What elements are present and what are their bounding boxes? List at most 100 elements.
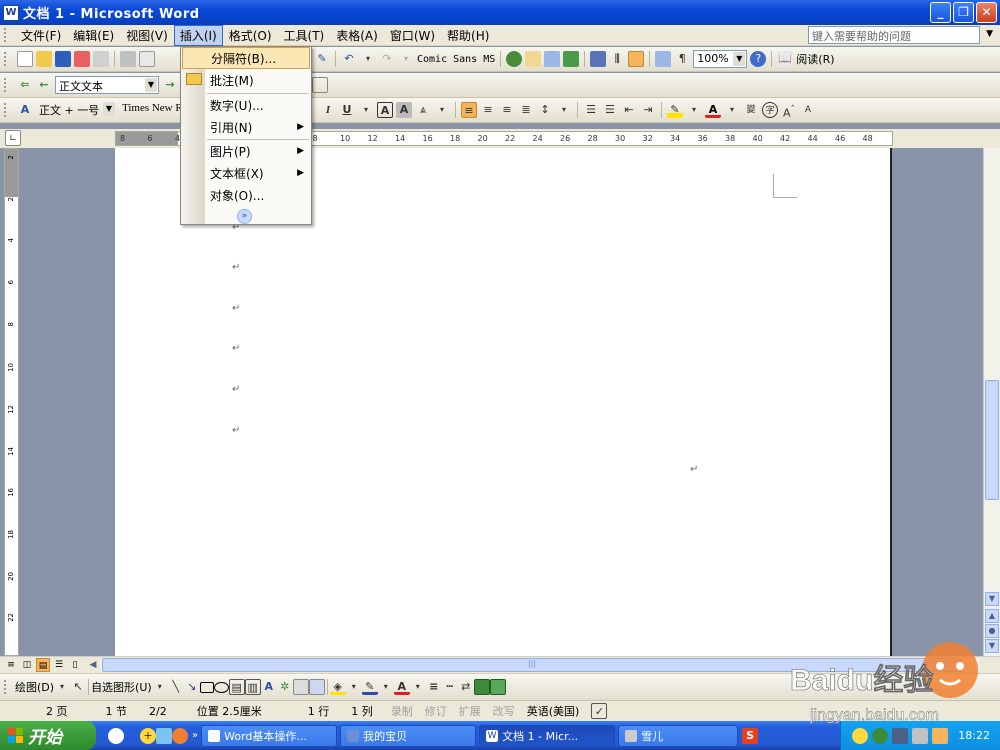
chevron-down-icon[interactable]: ▾ [556,102,572,118]
print-preview-icon[interactable] [139,51,155,67]
menu-table[interactable]: 表格(A) [330,25,384,46]
chevron-down-icon[interactable]: ▾ [360,51,376,67]
taskbar-item-xueer[interactable]: 雪儿 [618,724,739,747]
highlight-icon[interactable]: ✎ [667,102,683,118]
chevron-down-icon[interactable]: ▼ [986,29,993,39]
quicklaunch-expand-icon[interactable]: » [192,730,198,741]
chevron-down-icon[interactable]: ▾ [378,679,394,695]
undo-icon[interactable]: ↶ [341,51,357,67]
new-document-icon[interactable] [17,51,33,67]
toolbar-grip[interactable] [4,52,12,66]
tables-borders-icon[interactable] [525,51,542,67]
open-folder-icon[interactable] [36,51,52,67]
qq-icon[interactable] [852,727,869,744]
insert-excel-icon[interactable] [563,51,580,67]
redo-icon[interactable]: ↷ [379,51,395,67]
quicklaunch-browser-icon[interactable] [172,727,188,744]
align-justify-icon[interactable]: ≡ [461,102,477,118]
permission-icon[interactable] [74,51,90,67]
paragraph-mark-icon[interactable]: ¶ [674,51,690,67]
word-app-icon[interactable]: W [3,4,19,21]
menu-help[interactable]: 帮助(H) [441,25,495,46]
grow-font-icon[interactable]: Aˆ [781,102,797,120]
shrink-font-icon[interactable]: A [800,102,816,118]
line-style-icon[interactable]: ≡ [426,679,442,695]
help-icon[interactable]: ? [750,51,767,67]
web-view-icon[interactable]: ◫ [20,658,34,672]
show-hide-icon[interactable] [655,51,672,67]
chevron-down-icon[interactable]: ▾ [398,51,414,67]
menu-format[interactable]: 格式(O) [223,25,278,46]
scroll-left-icon[interactable]: ◀ [86,658,100,672]
select-objects-icon[interactable]: ↖ [70,679,86,695]
chevron-double-down-icon[interactable]: » [237,209,252,224]
document-map-icon[interactable] [628,51,645,67]
arrow-style-icon[interactable]: ⇄ [458,679,474,695]
scroll-down-icon[interactable]: ▼ [985,592,999,606]
menu-edit[interactable]: 编辑(E) [67,25,120,46]
promote-to-heading-icon[interactable]: ⇐ [17,77,33,93]
save-icon[interactable] [55,51,71,67]
vertical-scrollbar[interactable]: ▼ ▲ ● ▼ [983,148,1000,656]
outline-level-select[interactable]: 正文文本 ▼ [55,76,159,94]
menu-item-textbox[interactable]: 文本框(X) ▶ [182,162,310,184]
spelling-status-icon[interactable]: ✓ [591,703,608,719]
vertical-scroll-thumb[interactable] [985,380,999,500]
next-page-icon[interactable]: ▼ [985,639,999,653]
char-shading-icon[interactable]: A [396,102,412,118]
line-icon[interactable]: ╲ [168,679,184,695]
draw-font-color-icon[interactable]: A [393,679,410,695]
print-icon[interactable] [120,51,136,67]
hyperlink-icon[interactable] [506,51,523,67]
insert-picture-icon[interactable] [308,679,325,695]
fill-color-icon[interactable]: ◈ [329,679,346,695]
chevron-down-icon[interactable]: ▾ [152,679,168,695]
promote-icon[interactable]: ← [36,77,52,93]
menu-insert[interactable]: 插入(I) [173,24,223,46]
tray-app-icon[interactable] [872,727,889,744]
oval-icon[interactable] [213,681,229,693]
taskbar-item-my-baby[interactable]: 我的宝贝 [340,724,477,747]
toolbar-grip[interactable] [4,78,12,92]
mail-recipient-icon[interactable] [93,51,109,67]
insert-table-icon[interactable] [544,51,561,67]
chevron-down-icon[interactable]: ▾ [358,102,374,118]
font-color-icon[interactable]: A [705,102,721,118]
vertical-text-box-icon[interactable]: ▥ [244,679,261,695]
chevron-down-icon[interactable]: ▾ [410,679,426,695]
toolbar-grip[interactable] [4,28,12,42]
wordart-icon[interactable]: A [261,679,277,695]
close-button[interactable]: ✕ [976,2,997,23]
columns-icon[interactable] [590,51,607,67]
chevron-down-icon[interactable]: ▾ [434,102,450,118]
align-right-icon[interactable]: ≡ [499,102,515,118]
update-toc-icon[interactable] [312,77,328,93]
font-sample-label[interactable]: Comic Sans MS [417,54,495,65]
distributed-align-icon[interactable]: ≣ [518,102,534,118]
demote-icon[interactable]: → [162,77,178,93]
menu-item-break[interactable]: 分隔符(B)... [182,47,310,69]
dash-style-icon[interactable]: ┅ [442,679,458,695]
outline-view-icon[interactable]: ☰ [52,658,66,672]
enclose-char-icon[interactable]: 字 [762,102,778,118]
taskbar-item-word-guide[interactable]: Word基本操作... [201,724,338,747]
minimize-button[interactable]: _ [930,2,951,23]
menu-item-comment[interactable]: 批注(M) [182,69,310,91]
menu-item-object[interactable]: 对象(O)... [182,184,310,206]
horizontal-scrollbar[interactable]: ||| [100,658,980,672]
align-center-icon[interactable]: ≡ [480,102,496,118]
menu-window[interactable]: 窗口(W) [384,25,441,46]
start-button[interactable]: 开始 [0,721,96,750]
arrow-icon[interactable]: ↘ [184,679,200,695]
reading-view-icon[interactable]: ▯ [68,658,82,672]
diagram-icon[interactable]: ✲ [277,679,293,695]
sogou-input-icon[interactable]: S [742,727,759,744]
chevron-down-icon[interactable]: ▾ [724,102,740,118]
quicklaunch-add-icon[interactable]: + [140,727,156,744]
shield-icon[interactable] [932,727,949,744]
style-select[interactable]: 正文 + 一号 ▼ [36,101,116,119]
quicklaunch-flower-icon[interactable] [108,727,124,744]
autoshapes-button[interactable]: 自选图形(U) [91,679,152,695]
toolbar-grip[interactable] [4,680,12,694]
italic-icon[interactable]: I [320,102,336,118]
